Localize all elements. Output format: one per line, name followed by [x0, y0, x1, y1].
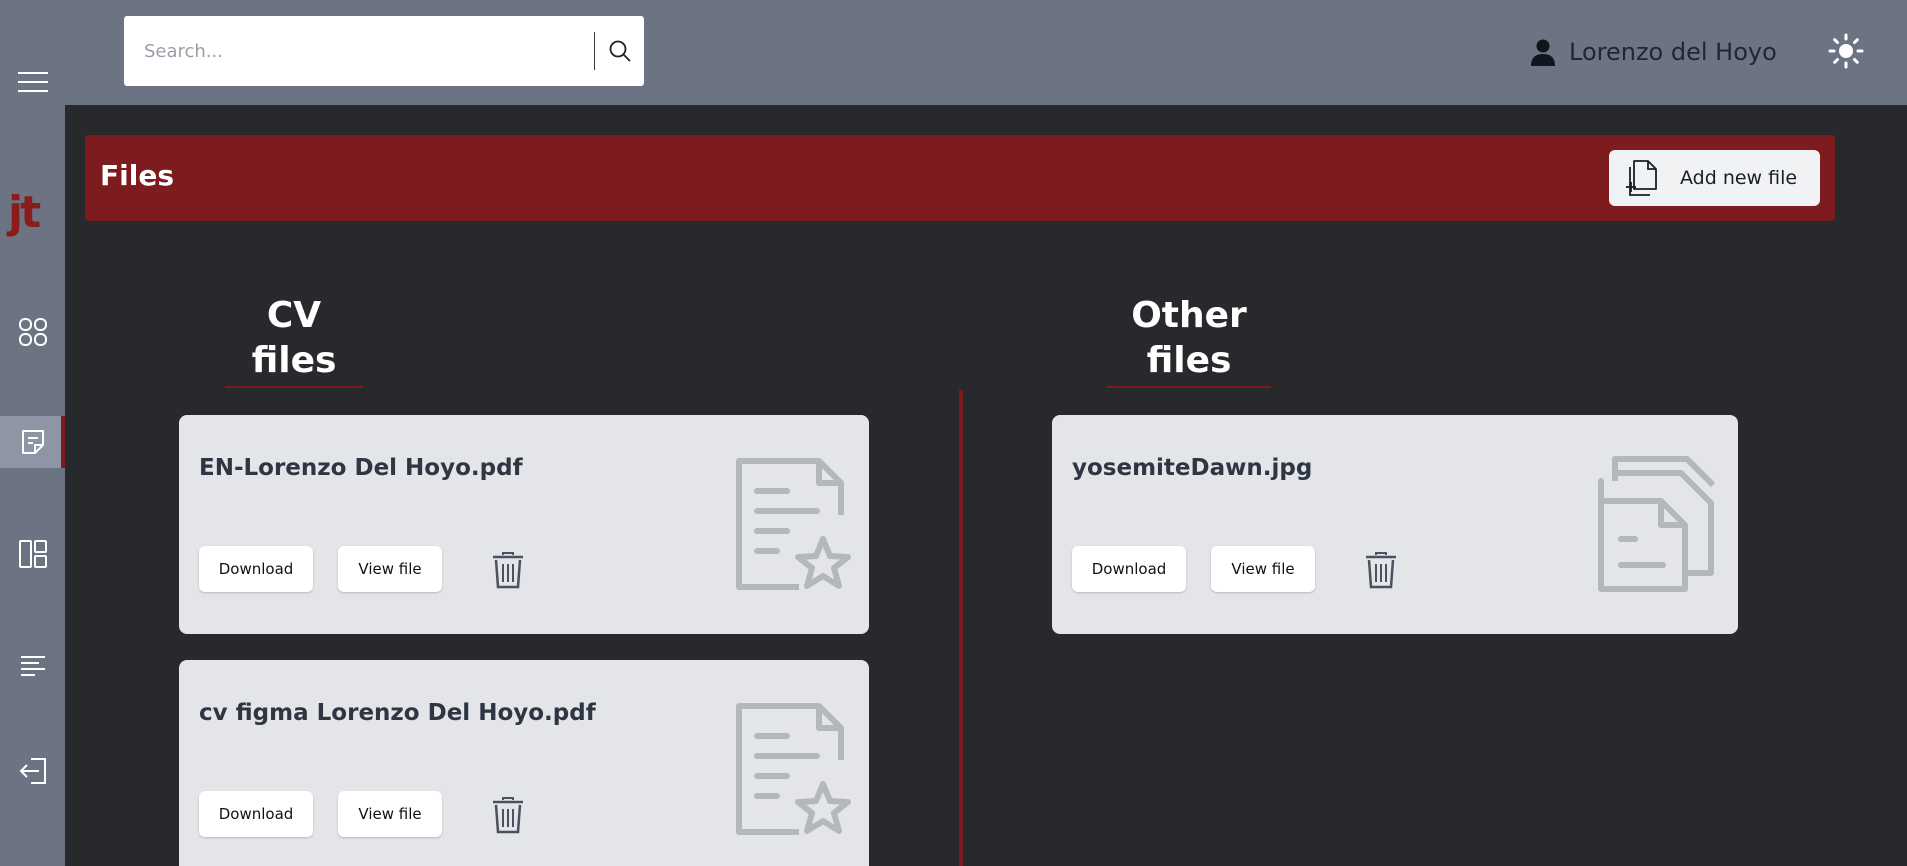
sidebar-item-files[interactable] — [0, 416, 65, 468]
search-divider — [594, 32, 595, 70]
user-name: Lorenzo del Hoyo — [1569, 38, 1777, 66]
file-card: yosemiteDawn.jpg Download View file — [1052, 415, 1738, 634]
other-heading-line1: Other — [1131, 295, 1247, 336]
download-button[interactable]: Download — [1072, 546, 1186, 592]
sidebar-item-layout[interactable] — [0, 528, 65, 580]
file-name: cv figma Lorenzo Del Hoyo.pdf — [199, 700, 596, 726]
cv-heading-line1: CV — [266, 295, 322, 336]
search-input[interactable] — [124, 16, 594, 86]
view-file-button[interactable]: View file — [1211, 546, 1315, 592]
search-box — [124, 16, 644, 86]
layout-icon — [18, 540, 47, 568]
cv-files-heading: CV files — [225, 293, 363, 388]
cv-heading-line2: files — [251, 340, 337, 381]
add-new-file-button[interactable]: Add new file — [1609, 150, 1820, 206]
documents-icon — [1598, 456, 1716, 592]
other-files-heading: Other files — [1107, 293, 1271, 388]
delete-button[interactable] — [1364, 550, 1398, 590]
download-button[interactable]: Download — [199, 791, 313, 837]
file-name: yosemiteDawn.jpg — [1072, 455, 1313, 481]
search-button[interactable] — [596, 16, 644, 86]
view-file-button[interactable]: View file — [338, 546, 442, 592]
app-logo: jt — [8, 187, 41, 238]
search-icon — [609, 40, 631, 62]
logout-icon — [19, 758, 46, 784]
add-file-icon — [1626, 160, 1657, 196]
files-icon — [21, 430, 44, 454]
files-header: Files Add new file — [85, 135, 1835, 221]
trash-icon — [493, 797, 523, 834]
theme-toggle-button[interactable] — [1828, 33, 1864, 69]
file-card: cv figma Lorenzo Del Hoyo.pdf Download V… — [179, 660, 869, 866]
sidebar-item-list[interactable] — [0, 640, 65, 692]
top-bar: Lorenzo del Hoyo — [65, 0, 1907, 105]
menu-icon — [17, 72, 48, 92]
user-icon — [1531, 39, 1555, 66]
sidebar: jt — [0, 0, 65, 866]
sidebar-item-dashboard[interactable] — [0, 306, 65, 358]
trash-icon — [1366, 552, 1396, 589]
delete-button[interactable] — [491, 795, 525, 835]
menu-button[interactable] — [0, 56, 65, 108]
trash-icon — [493, 552, 523, 589]
dashboard-icon — [18, 318, 47, 346]
file-card: EN-Lorenzo Del Hoyo.pdf Download View fi… — [179, 415, 869, 634]
download-button[interactable]: Download — [199, 546, 313, 592]
column-divider — [959, 390, 963, 866]
view-file-button[interactable]: View file — [338, 791, 442, 837]
delete-button[interactable] — [491, 550, 525, 590]
logout-button[interactable] — [0, 745, 65, 797]
user-profile[interactable]: Lorenzo del Hoyo — [1531, 30, 1777, 74]
add-new-file-label: Add new file — [1680, 167, 1798, 189]
document-star-icon — [736, 703, 851, 835]
file-name: EN-Lorenzo Del Hoyo.pdf — [199, 455, 523, 481]
other-heading-line2: files — [1146, 340, 1232, 381]
list-icon — [20, 656, 45, 676]
sun-icon — [1828, 33, 1864, 69]
document-star-icon — [736, 458, 851, 590]
page-title: Files — [100, 159, 174, 192]
